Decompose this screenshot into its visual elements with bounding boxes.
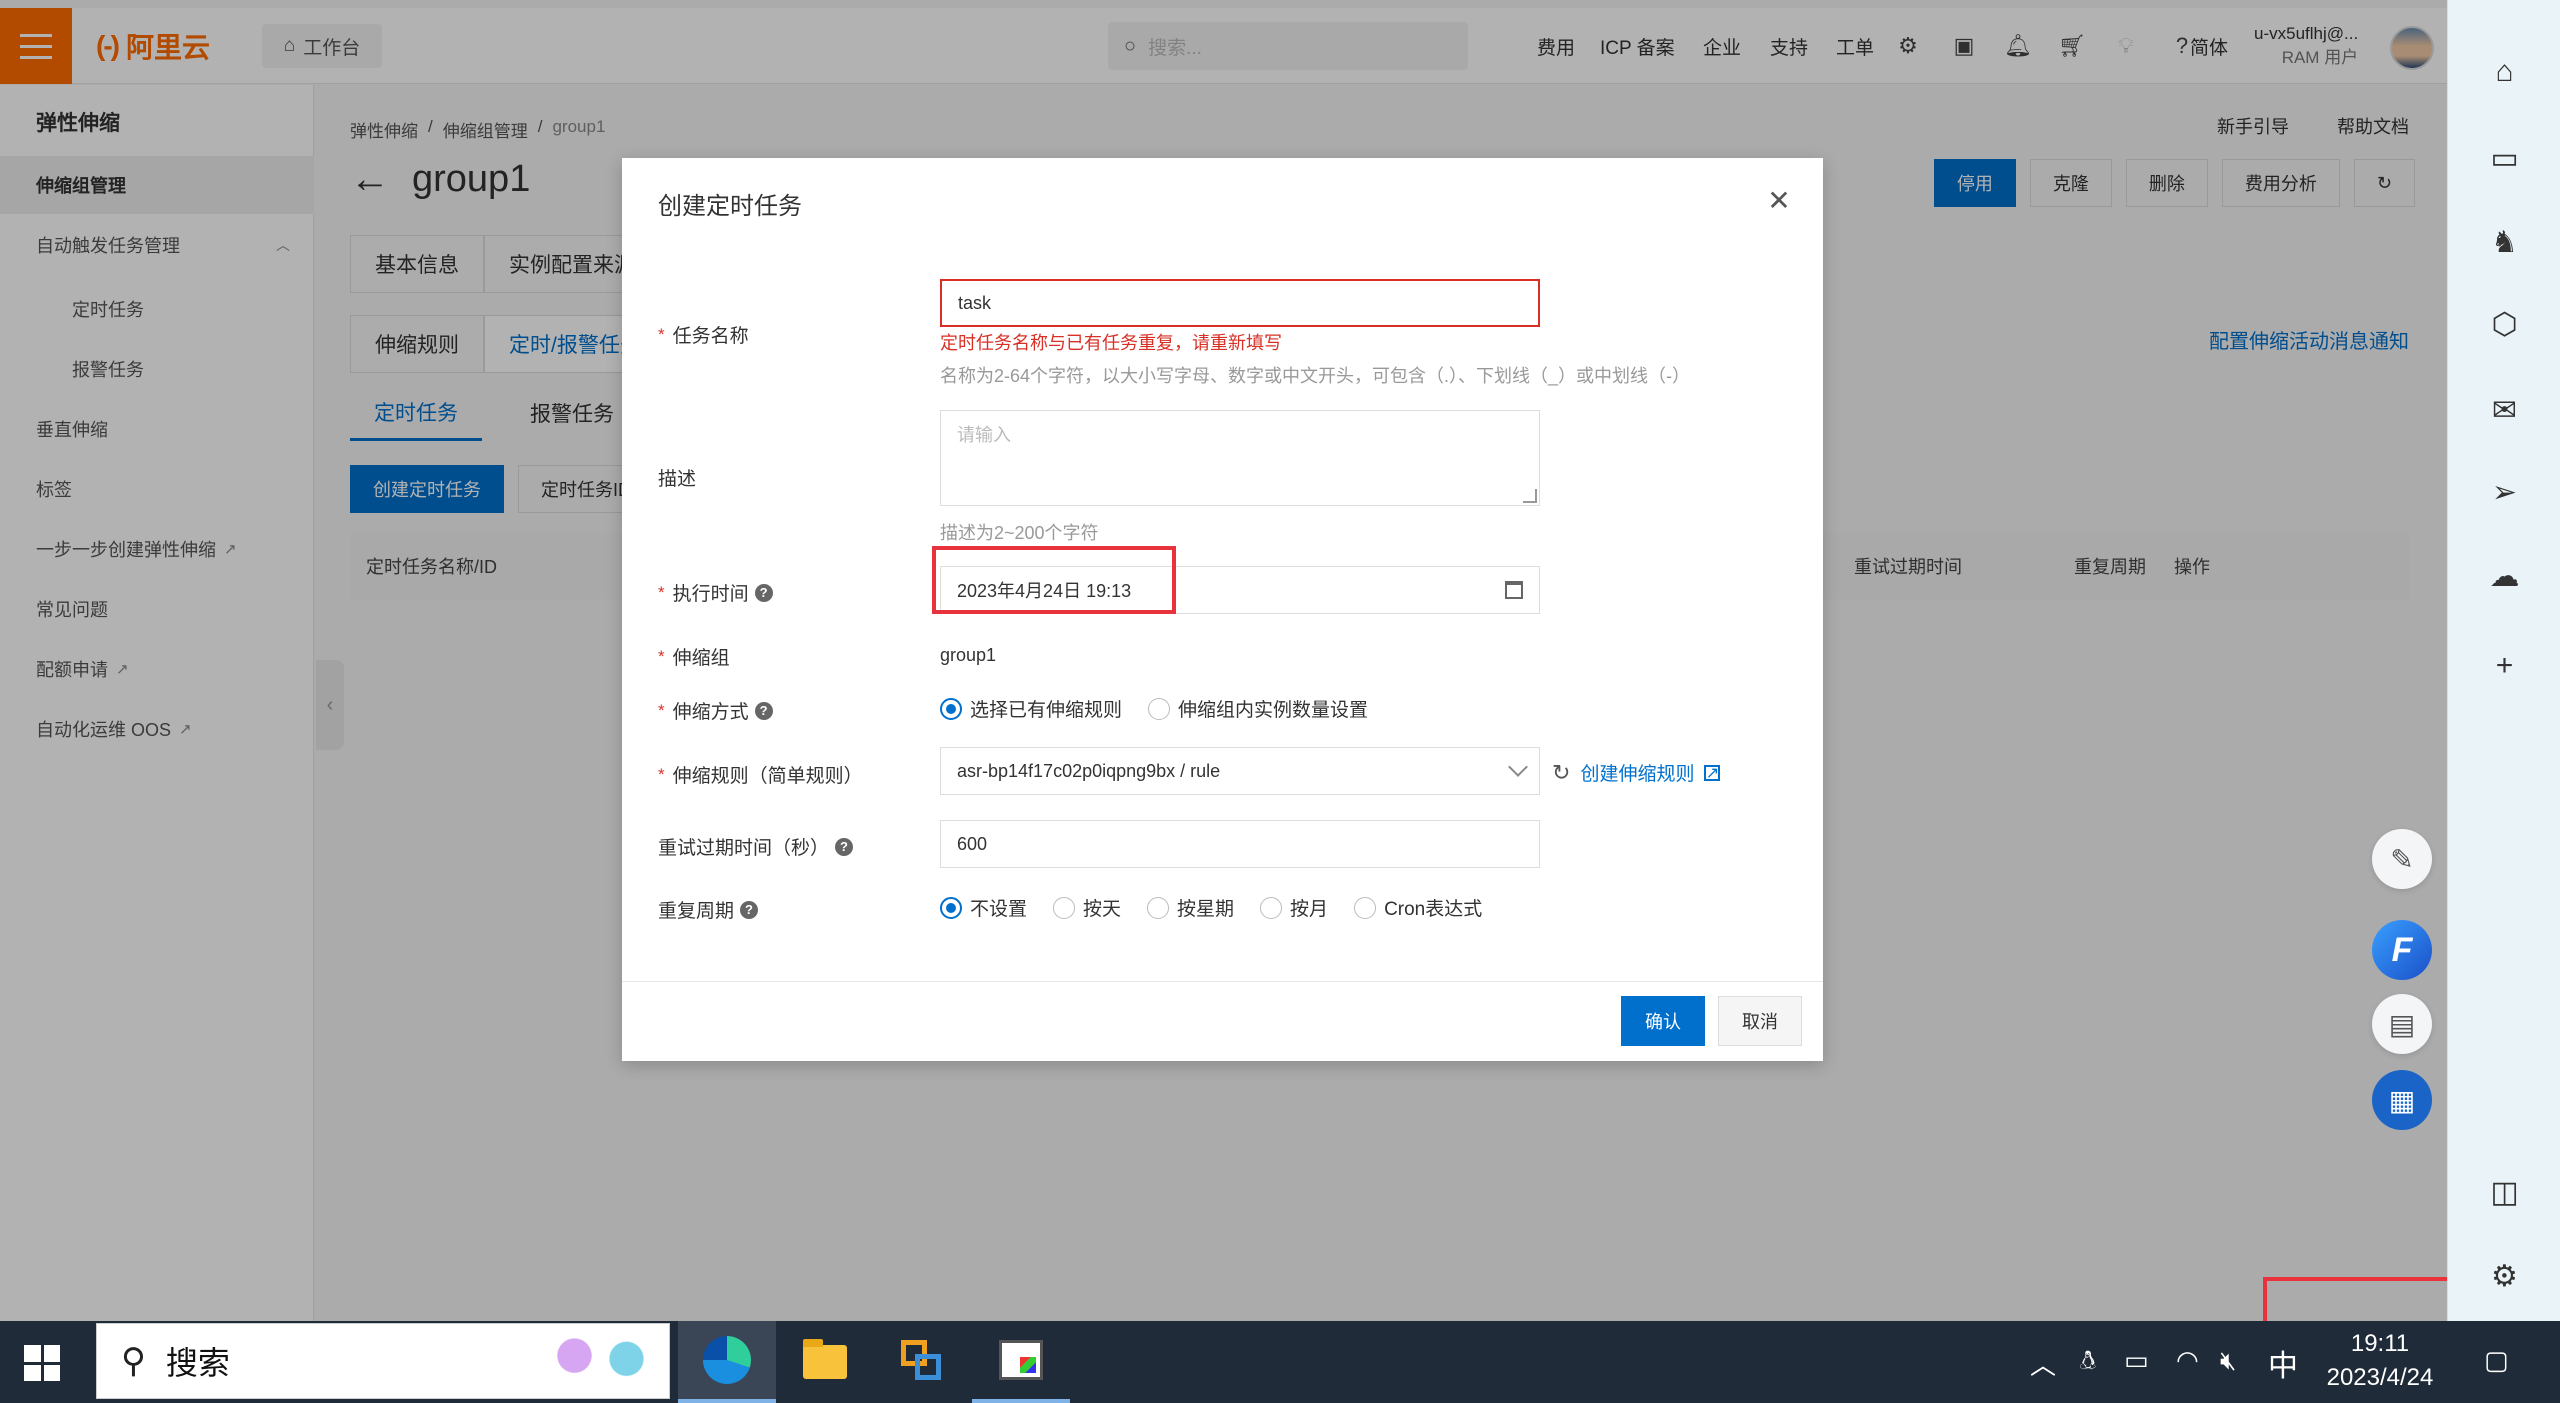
- help-icon[interactable]: ?: [740, 900, 759, 919]
- task-name-input[interactable]: task: [940, 279, 1540, 327]
- close-icon[interactable]: ✕: [1763, 184, 1795, 216]
- radio-dot: [1147, 896, 1170, 919]
- toolbox-icon[interactable]: ▭: [2448, 138, 2560, 178]
- resize-grip-icon[interactable]: [1523, 489, 1537, 503]
- apps-icon[interactable]: ▦: [2372, 1070, 2432, 1130]
- confirm-button[interactable]: 确认: [1621, 996, 1705, 1046]
- highlight-exec-time: [932, 546, 1176, 614]
- create-rule-link[interactable]: ↻ 创建伸缩规则 ↗: [1552, 759, 1721, 786]
- scaling-rule-value: asr-bp14f17c02p0iqpng9bx / rule: [957, 760, 1221, 781]
- radio-dot: [940, 896, 962, 919]
- exec-time-label: * 执行时间?: [658, 579, 773, 606]
- help-icon[interactable]: ?: [754, 701, 773, 720]
- retry-timeout-label: 重试过期时间（秒）?: [658, 833, 854, 860]
- retry-timeout-value: 600: [957, 833, 988, 854]
- radio-dot: [1260, 896, 1283, 919]
- windows-taskbar: ⚲ 搜索 ︿ 🐧︎ ▭ ◠ 🔇︎ 中 19:11 2023/4/24 ▢: [0, 1321, 2560, 1403]
- virtualbox-icon[interactable]: [874, 1321, 972, 1403]
- radio-dot: [1148, 697, 1171, 720]
- create-scheduled-task-dialog: 创建定时任务 ✕ * 任务名称 task 定时任务名称与已有任务重复，请重新填写 …: [622, 158, 1823, 1061]
- qq-icon[interactable]: 🐧︎: [2080, 1345, 2096, 1379]
- wifi-icon[interactable]: ◠: [2176, 1345, 2199, 1376]
- repeat-cycle-radios: 不设置 按天 按星期 按月 Cron表达式: [940, 894, 1482, 921]
- clock-time: 19:11: [2350, 1330, 2410, 1357]
- chevron-up-icon[interactable]: ︿: [2030, 1345, 2056, 1382]
- volume-muted-icon[interactable]: 🔇︎: [2220, 1345, 2236, 1377]
- office-icon[interactable]: ⬡: [2448, 304, 2560, 344]
- taskbar-search-text: 搜索: [165, 1345, 230, 1381]
- clock-date: 2023/4/24: [2326, 1364, 2434, 1391]
- taskbar-search[interactable]: ⚲ 搜索: [96, 1323, 670, 1399]
- scaling-rule-select[interactable]: asr-bp14f17c02p0iqpng9bx / rule: [940, 747, 1540, 795]
- radio-cron[interactable]: Cron表达式: [1354, 894, 1482, 921]
- edit-icon[interactable]: ✎: [2372, 829, 2432, 889]
- radio-weekly[interactable]: 按星期: [1147, 894, 1234, 921]
- radio-dot: [1354, 896, 1377, 919]
- help-icon[interactable]: ?: [754, 583, 773, 602]
- browser-sidebar: ⌂ ▭ ♞ ⬡ ✉ ➢ ☁ + ◫ ⚙: [2447, 0, 2560, 1321]
- notification-icon[interactable]: ▢: [2484, 1345, 2509, 1376]
- refresh-icon[interactable]: ↻: [1552, 760, 1570, 786]
- assistant-icon[interactable]: F: [2372, 920, 2432, 980]
- edge-browser-icon[interactable]: [678, 1321, 776, 1403]
- jellyfish-decoration: [529, 1330, 659, 1394]
- radio-instance-count[interactable]: 伸缩组内实例数量设置: [1148, 695, 1368, 722]
- radio-existing-rule[interactable]: 选择已有伸缩规则: [940, 695, 1122, 722]
- battery-icon[interactable]: ▭: [2124, 1345, 2149, 1376]
- cancel-button[interactable]: 取消: [1718, 996, 1802, 1046]
- chat-icon[interactable]: ▤: [2372, 994, 2432, 1054]
- file-explorer-icon[interactable]: [776, 1321, 874, 1403]
- calendar-icon[interactable]: [1505, 581, 1523, 599]
- radio-monthly[interactable]: 按月: [1260, 894, 1328, 921]
- description-textarea[interactable]: 请输入: [940, 410, 1540, 506]
- task-name-hint: 名称为2-64个字符，以大小写字母、数字或中文开头，可包含（.）、下划线（_）或…: [940, 366, 1691, 386]
- scaling-rule-label: * 伸缩规则（简单规则）: [658, 764, 863, 788]
- retry-timeout-input[interactable]: 600: [940, 820, 1540, 868]
- radio-no-repeat[interactable]: 不设置: [940, 894, 1027, 921]
- task-name-label: * 任务名称: [658, 324, 749, 348]
- help-icon[interactable]: ?: [835, 837, 854, 856]
- radio-dot: [940, 697, 962, 720]
- external-link-icon: ↗: [1704, 764, 1721, 782]
- description-placeholder: 请输入: [957, 425, 1011, 445]
- description-hint: 描述为2~200个字符: [940, 523, 1099, 543]
- group-value: group1: [940, 645, 997, 665]
- task-name-value: task: [958, 292, 992, 313]
- windows-start-icon[interactable]: [24, 1345, 60, 1381]
- tag-icon[interactable]: ⌂: [2448, 52, 2560, 92]
- radio-dot: [1053, 896, 1076, 919]
- chevron-down-icon: [1508, 757, 1528, 777]
- outlook-icon[interactable]: ✉: [2448, 390, 2560, 430]
- radio-daily[interactable]: 按天: [1053, 894, 1121, 921]
- cloud-icon[interactable]: ☁: [2448, 556, 2560, 596]
- dialog-title: 创建定时任务: [658, 193, 802, 220]
- group-label: * 伸缩组: [658, 646, 730, 670]
- description-label: 描述: [658, 469, 697, 490]
- paint-app-icon[interactable]: [972, 1321, 1070, 1403]
- send-icon[interactable]: ➢: [2448, 472, 2560, 512]
- add-icon[interactable]: +: [2448, 646, 2560, 686]
- repeat-cycle-label: 重复周期?: [658, 896, 759, 923]
- chess-icon[interactable]: ♞: [2448, 222, 2560, 262]
- task-name-error: 定时任务名称与已有任务重复，请重新填写: [940, 333, 1282, 353]
- scaling-mode-label: * 伸缩方式?: [658, 697, 773, 724]
- search-icon: ⚲: [121, 1342, 146, 1380]
- taskbar-clock[interactable]: 19:11 2023/4/24: [2300, 1327, 2460, 1395]
- ime-indicator[interactable]: 中: [2268, 1341, 2298, 1385]
- scaling-mode-radios: 选择已有伸缩规则 伸缩组内实例数量设置: [940, 695, 1368, 722]
- gear-icon[interactable]: ⚙: [2448, 1256, 2560, 1296]
- split-view-icon[interactable]: ◫: [2448, 1172, 2560, 1212]
